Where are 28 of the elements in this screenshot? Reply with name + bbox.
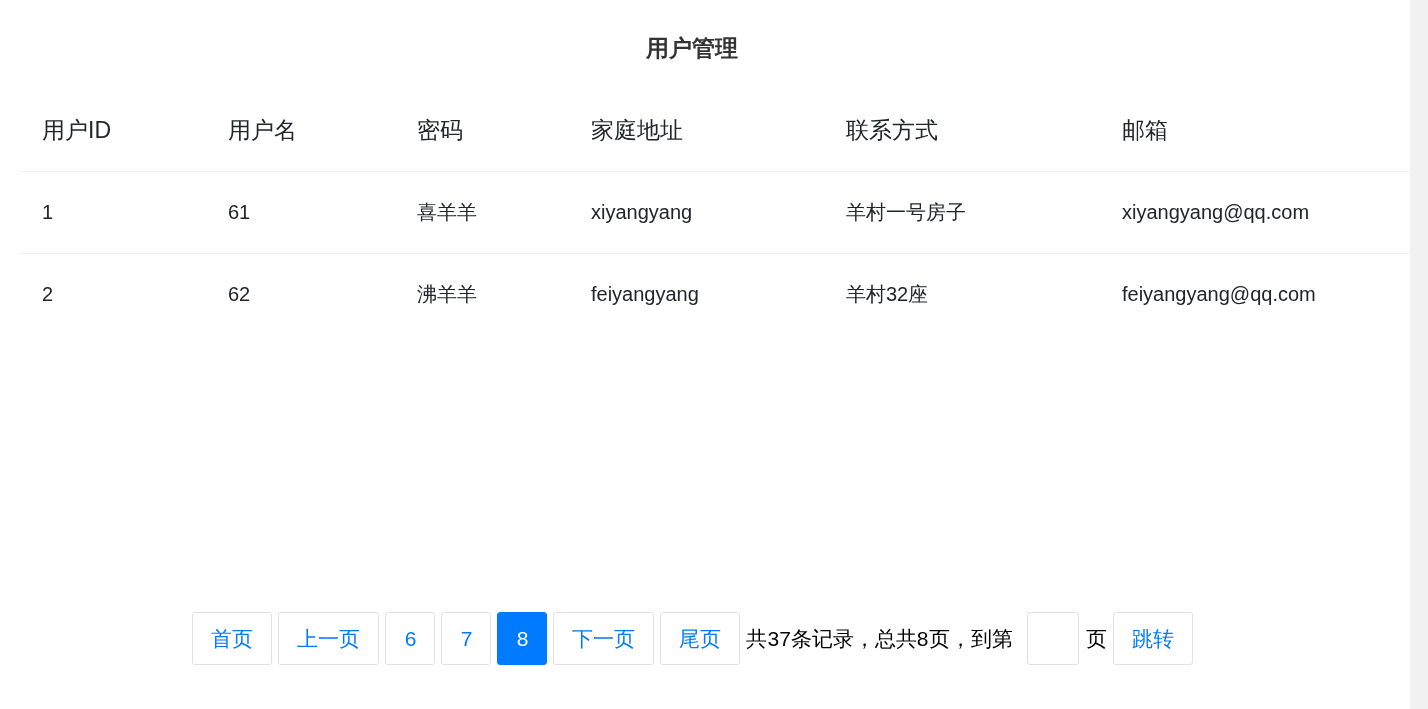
table-cell-text: 62	[227, 282, 252, 307]
column-header: 联系方式	[823, 90, 1099, 172]
page-title: 用户管理	[645, 34, 738, 63]
page-nav-button[interactable]: 尾页	[660, 612, 741, 665]
page-nav-button[interactable]: 首页	[192, 612, 273, 665]
page-number-button[interactable]: 6	[385, 612, 436, 665]
column-header: 密码	[394, 90, 568, 172]
page-nav-button[interactable]: 上一页	[278, 612, 380, 665]
column-header: 用户ID	[19, 90, 205, 172]
table-cell: 羊村一号房子	[823, 172, 1099, 254]
column-header: 用户名	[205, 90, 394, 172]
jump-button[interactable]: 跳转	[1112, 612, 1193, 665]
page-input[interactable]	[1026, 612, 1079, 665]
table-cell: xiyangyang	[568, 172, 823, 254]
table-cell-text: feiyangyang	[590, 282, 700, 307]
page-number-button[interactable]: 7	[441, 612, 492, 665]
page-nav-button[interactable]: 下一页	[553, 612, 655, 665]
table-cell: 喜羊羊	[394, 172, 568, 254]
page-number-button[interactable]: 8	[497, 612, 548, 665]
table-cell-text: 沸羊羊	[416, 282, 478, 307]
table-cell: 1	[19, 172, 205, 254]
table-cell: 61	[205, 172, 394, 254]
table-cell-text: 2	[41, 282, 55, 307]
table-cell-text: feiyangyang@qq.com	[1121, 282, 1317, 307]
record-summary: 共37条记录，总共8页，到第	[746, 625, 1013, 652]
page-unit-label: 页	[1085, 625, 1107, 652]
column-header: 家庭地址	[568, 90, 823, 172]
table-cell-text: 羊村32座	[845, 282, 930, 307]
